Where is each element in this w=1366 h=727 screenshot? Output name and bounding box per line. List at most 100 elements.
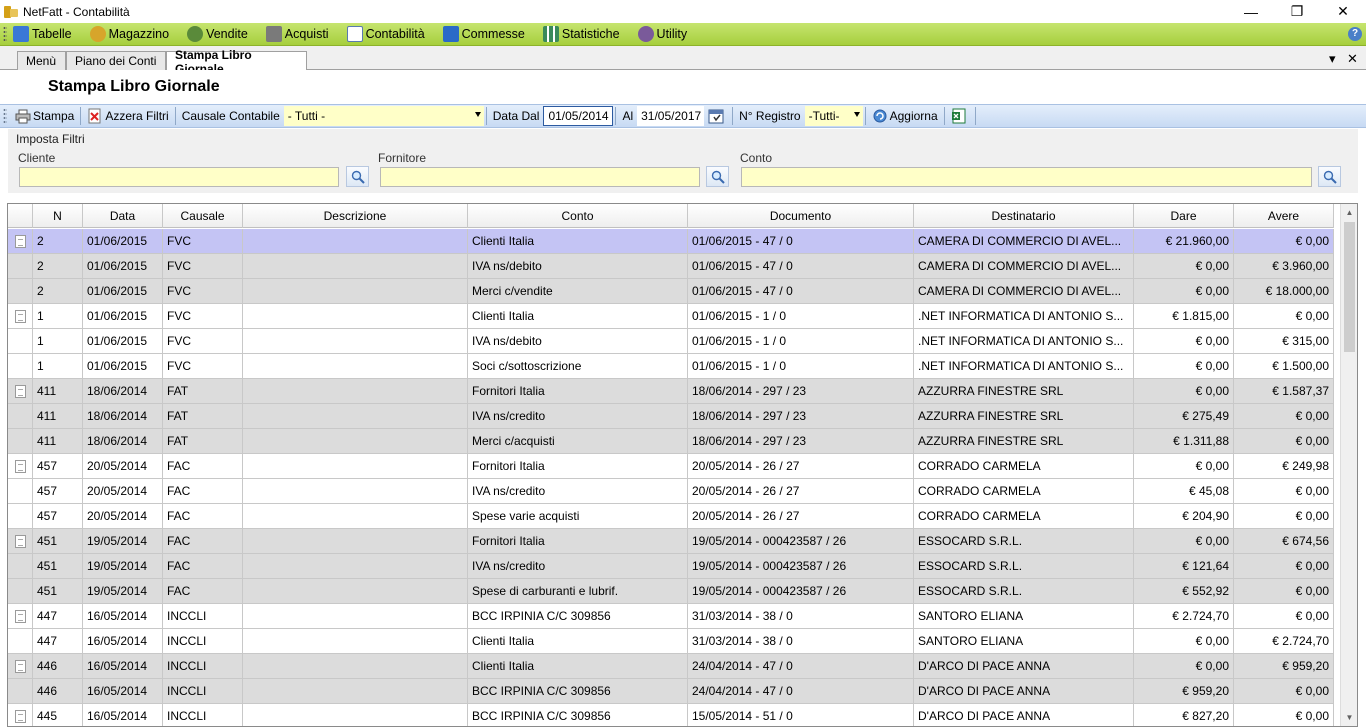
excel-export-button[interactable]: [947, 105, 973, 127]
table-row[interactable]: 451 19/05/2014 FAC IVA ns/credito 19/05/2014…: [8, 554, 1334, 579]
cliente-search-button[interactable]: [346, 166, 369, 187]
column-header-n[interactable]: N: [33, 204, 83, 228]
cell-descrizione: [243, 579, 468, 603]
table-row[interactable]: 451 19/05/2014 FAC Spese di carburanti e lu…: [8, 579, 1334, 604]
menu-vendite[interactable]: Vendite: [187, 26, 248, 42]
table-row[interactable]: 446 16/05/2014 INCCLI BCC IRPINIA C/C 30985…: [8, 679, 1334, 704]
cell-avere: € 0,00: [1234, 704, 1334, 726]
restore-button[interactable]: ❐: [1274, 0, 1320, 23]
column-header-documento[interactable]: Documento: [688, 204, 914, 228]
fornitore-label: Fornitore: [378, 151, 427, 165]
cell-causale: FVC: [163, 329, 243, 353]
cell-avere: € 18.000,00: [1234, 279, 1334, 303]
table-row[interactable]: 411 18/06/2014 FAT Merci c/acquisti 18/06/20…: [8, 429, 1334, 454]
minimize-button[interactable]: —: [1228, 0, 1274, 23]
stampa-button[interactable]: Stampa: [11, 105, 78, 127]
table-row[interactable]: 457 20/05/2014 FAC Fornitori Italia 20/05/20…: [8, 454, 1334, 479]
cell-descrizione: [243, 529, 468, 553]
header-indicator: [8, 204, 33, 228]
column-header-data[interactable]: Data: [83, 204, 163, 228]
calendar-button[interactable]: [704, 105, 730, 127]
cliente-input[interactable]: [19, 167, 339, 187]
column-header-conto[interactable]: Conto: [468, 204, 688, 228]
table-row[interactable]: 1 01/06/2015 FVC IVA ns/debito 01/06/2015 - …: [8, 329, 1334, 354]
table-row[interactable]: 445 16/05/2014 INCCLI BCC IRPINIA C/C 30985…: [8, 704, 1334, 726]
azzera-filtri-button[interactable]: Azzera Filtri: [83, 105, 172, 127]
tab-list-dropdown-icon[interactable]: ▾: [1329, 51, 1336, 67]
menu-acquisti[interactable]: Acquisti: [265, 26, 329, 42]
column-header-avere[interactable]: Avere: [1234, 204, 1334, 228]
table-row[interactable]: 446 16/05/2014 INCCLI Clienti Italia 24/04/2…: [8, 654, 1334, 679]
data-dal-input[interactable]: 01/05/2014: [543, 106, 614, 126]
cell-avere: € 0,00: [1234, 229, 1334, 253]
cell-documento: 18/06/2014 - 297 / 23: [688, 404, 914, 428]
table-row[interactable]: 2 01/06/2015 FVC Merci c/vendite 01/06/2015 …: [8, 279, 1334, 304]
cell-conto: Fornitori Italia: [468, 529, 688, 553]
table-row[interactable]: 447 16/05/2014 INCCLI BCC IRPINIA C/C 30985…: [8, 604, 1334, 629]
menu-contabilita[interactable]: Contabilità: [346, 26, 425, 42]
row-indicator: [8, 479, 33, 503]
row-indicator: [8, 229, 33, 253]
table-row[interactable]: 457 20/05/2014 FAC IVA ns/credito 20/05/2014…: [8, 479, 1334, 504]
cell-descrizione: [243, 304, 468, 328]
cell-conto: IVA ns/credito: [468, 479, 688, 503]
menu-tabelle[interactable]: Tabelle: [13, 26, 72, 42]
search-icon: [351, 170, 365, 184]
table-row[interactable]: 457 20/05/2014 FAC Spese varie acquisti 20/0…: [8, 504, 1334, 529]
cell-n: 457: [33, 479, 83, 503]
tab-stampa-libro-giornale[interactable]: Stampa Libro Giornale: [166, 48, 307, 76]
table-row[interactable]: 2 01/06/2015 FVC Clienti Italia 01/06/2015 -…: [8, 229, 1334, 254]
document-icon: [14, 234, 26, 248]
table-row[interactable]: 1 01/06/2015 FVC Soci c/sottoscrizione 01/06…: [8, 354, 1334, 379]
scroll-up-icon[interactable]: ▲: [1341, 204, 1357, 221]
al-date-input[interactable]: 31/05/2017: [637, 106, 705, 126]
cell-data: 18/06/2014: [83, 429, 163, 453]
table-row[interactable]: 451 19/05/2014 FAC Fornitori Italia 19/05/20…: [8, 529, 1334, 554]
table-row[interactable]: 1 01/06/2015 FVC Clienti Italia 01/06/2015 -…: [8, 304, 1334, 329]
cell-causale: FAT: [163, 429, 243, 453]
search-icon: [711, 170, 725, 184]
table-row[interactable]: 447 16/05/2014 INCCLI Clienti Italia 31/03/2…: [8, 629, 1334, 654]
fornitore-search-button[interactable]: [706, 166, 729, 187]
column-header-destinatario[interactable]: Destinatario: [914, 204, 1134, 228]
menu-statistiche[interactable]: Statistiche: [542, 26, 620, 42]
cell-n: 457: [33, 454, 83, 478]
cell-avere: € 315,00: [1234, 329, 1334, 353]
conto-input[interactable]: [741, 167, 1312, 187]
filters-title: Imposta Filtri: [16, 132, 85, 146]
table-row[interactable]: 411 18/06/2014 FAT Fornitori Italia 18/06/20…: [8, 379, 1334, 404]
causale-contabile-label: Causale Contabile: [181, 109, 280, 123]
causale-contabile-select[interactable]: - Tutti -: [283, 106, 484, 126]
menu-utility[interactable]: Utility: [637, 26, 687, 42]
cell-avere: € 0,00: [1234, 429, 1334, 453]
fornitore-input[interactable]: [380, 167, 700, 187]
tab-piano-dei-conti[interactable]: Piano dei Conti: [66, 51, 166, 70]
cell-documento: 01/06/2015 - 1 / 0: [688, 329, 914, 353]
tab-strip: Menù Piano dei Conti Stampa Libro Giorna…: [0, 47, 1366, 76]
table-row[interactable]: 411 18/06/2014 FAT IVA ns/credito 18/06/2014…: [8, 404, 1334, 429]
table-row[interactable]: 2 01/06/2015 FVC IVA ns/debito 01/06/2015 - …: [8, 254, 1334, 279]
column-header-causale[interactable]: Causale: [163, 204, 243, 228]
document-icon: [14, 659, 26, 673]
menu-commesse[interactable]: Commesse: [442, 26, 525, 42]
scroll-down-icon[interactable]: ▼: [1341, 709, 1357, 726]
aggiorna-button[interactable]: Aggiorna: [868, 105, 942, 127]
close-button[interactable]: ✕: [1320, 0, 1366, 23]
tools-icon: [637, 26, 654, 42]
menu-magazzino[interactable]: Magazzino: [89, 26, 169, 42]
scroll-thumb[interactable]: [1344, 222, 1355, 352]
n-registro-select[interactable]: -Tutti-: [804, 106, 863, 126]
row-indicator: [8, 654, 33, 678]
cell-n: 411: [33, 379, 83, 403]
cell-data: 19/05/2014: [83, 554, 163, 578]
column-header-dare[interactable]: Dare: [1134, 204, 1234, 228]
tab-menu[interactable]: Menù: [17, 51, 66, 70]
cell-destinatario: AZZURRA FINESTRE SRL: [914, 379, 1134, 403]
cell-n: 445: [33, 704, 83, 726]
close-tab-icon[interactable]: ✕: [1347, 51, 1358, 67]
column-header-descrizione[interactable]: Descrizione: [243, 204, 468, 228]
help-icon[interactable]: ?: [1348, 27, 1362, 41]
cell-data: 18/06/2014: [83, 404, 163, 428]
vertical-scrollbar[interactable]: ▲ ▼: [1340, 204, 1357, 726]
conto-search-button[interactable]: [1318, 166, 1341, 187]
